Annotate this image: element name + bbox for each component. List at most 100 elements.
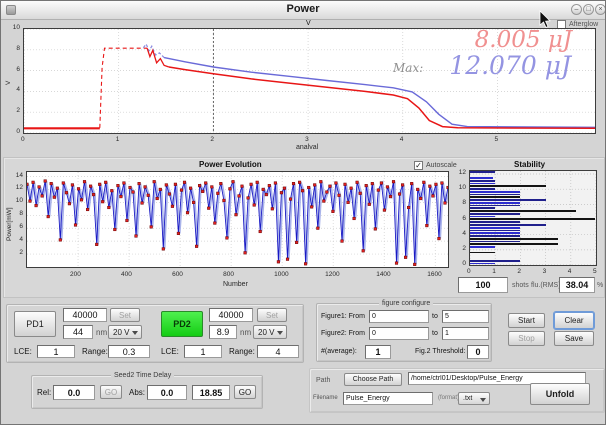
average-label: #(average): bbox=[321, 348, 357, 355]
seed2-rel-go-button[interactable]: GO bbox=[100, 385, 122, 399]
figure-configure-title: figure configure bbox=[379, 300, 433, 307]
pd1-set-button[interactable]: Set bbox=[110, 308, 140, 322]
seed2-abs-go-button[interactable]: GO bbox=[234, 385, 256, 399]
pd2-voltage-dropdown[interactable]: 20 V bbox=[253, 325, 287, 339]
mouse-cursor bbox=[539, 11, 551, 29]
tick-label: 4 bbox=[568, 268, 572, 275]
autoscale-checkbox[interactable]: ✓ bbox=[414, 161, 423, 170]
stability-bar bbox=[470, 246, 495, 248]
stability-title: Stability bbox=[514, 160, 545, 169]
tick-label: 10 bbox=[6, 24, 20, 31]
tick-label: 0 bbox=[6, 128, 20, 135]
threshold-label: Fig.2 Threshold: bbox=[415, 348, 465, 355]
seed2-title: Seed2 Time Delay bbox=[111, 372, 174, 379]
stability-bar bbox=[470, 238, 558, 240]
close-button[interactable]: × bbox=[595, 4, 606, 15]
pd2-lce-input[interactable] bbox=[184, 345, 222, 358]
pd1-range-input[interactable] bbox=[108, 345, 150, 358]
shots-input[interactable] bbox=[458, 277, 508, 293]
tick-label: 12 bbox=[11, 184, 23, 191]
seed2-rel-input[interactable] bbox=[53, 385, 95, 400]
tick-label: 12 bbox=[456, 169, 466, 176]
format-dropdown[interactable]: .txt bbox=[458, 392, 490, 405]
window-title: Power bbox=[1, 3, 605, 15]
filename-label: Filename bbox=[313, 395, 338, 401]
figure2-from-input[interactable] bbox=[369, 327, 429, 340]
pd1-range-label: Range: bbox=[82, 347, 108, 356]
filename-input[interactable] bbox=[343, 392, 433, 405]
afterglow-label: Afterglow bbox=[569, 21, 598, 28]
power-window: Power – □ × Afterglow V V analval 8.005 … bbox=[0, 0, 606, 425]
chevron-down-icon bbox=[277, 331, 283, 335]
pd2-nm-label: nm bbox=[240, 328, 251, 337]
chevron-down-icon bbox=[480, 398, 486, 402]
tick-label: 5 bbox=[593, 268, 597, 275]
pd1-button[interactable]: PD1 bbox=[14, 311, 56, 337]
tick-label: 4 bbox=[6, 86, 20, 93]
seed2-abs2-input[interactable] bbox=[192, 385, 230, 400]
start-button[interactable]: Start bbox=[508, 313, 545, 328]
pd2-range-input[interactable] bbox=[257, 345, 299, 358]
tick-label: 600 bbox=[172, 271, 183, 278]
tick-label: 4 bbox=[11, 236, 23, 243]
stop-button[interactable]: Stop bbox=[508, 331, 545, 346]
pd2-gain-input[interactable] bbox=[209, 308, 253, 322]
pd1-lce-input[interactable] bbox=[37, 345, 75, 358]
save-button[interactable]: Save bbox=[554, 331, 594, 346]
pd2-voltage-value: 20 V bbox=[258, 328, 274, 337]
title-bar[interactable]: Power – □ × bbox=[1, 1, 605, 20]
pd1-lce-label: LCE: bbox=[14, 347, 32, 356]
pd1-voltage-dropdown[interactable]: 20 V bbox=[108, 325, 142, 339]
stability-bars bbox=[470, 171, 596, 265]
seed2-abs-input[interactable] bbox=[147, 385, 187, 400]
max-energy-label: Max: bbox=[393, 61, 423, 75]
figure1-to-input[interactable] bbox=[442, 310, 489, 323]
stability-bar bbox=[470, 252, 495, 254]
maximize-button[interactable]: □ bbox=[583, 4, 594, 15]
tick-label: 2 bbox=[210, 136, 214, 143]
tick-label: 1000 bbox=[274, 271, 288, 278]
pd2-range-label: Range: bbox=[229, 347, 255, 356]
pd2-lce-label: LCE: bbox=[161, 347, 179, 356]
path-label: Path bbox=[316, 377, 330, 384]
tick-label: 10 bbox=[456, 184, 466, 191]
tick-label: 1200 bbox=[325, 271, 339, 278]
figure1-from-input[interactable] bbox=[369, 310, 429, 323]
stability-bar bbox=[470, 194, 520, 196]
pd2-wavelength-input[interactable] bbox=[209, 325, 237, 339]
tick-label: 6 bbox=[11, 223, 23, 230]
unfold-button[interactable]: Unfold bbox=[530, 383, 590, 405]
rms-input[interactable] bbox=[559, 277, 595, 293]
pd1-gain-input[interactable] bbox=[63, 308, 107, 322]
stability-bar bbox=[470, 232, 520, 234]
pd1-wavelength-input[interactable] bbox=[63, 325, 93, 339]
figure2-to-input[interactable] bbox=[442, 327, 489, 340]
tick-label: 0 bbox=[467, 268, 471, 275]
stability-bar bbox=[470, 227, 520, 229]
clear-button[interactable]: Clear bbox=[554, 312, 594, 329]
threshold-input[interactable] bbox=[467, 345, 489, 359]
shots-label: shots bbox=[512, 282, 529, 289]
tick-label: 0 bbox=[21, 136, 25, 143]
tick-label: 2 bbox=[517, 268, 521, 275]
tick-label: 1600 bbox=[427, 271, 441, 278]
choose-path-button[interactable]: Choose Path bbox=[344, 373, 402, 386]
tick-label: 14 bbox=[11, 172, 23, 179]
tick-label: 1400 bbox=[376, 271, 390, 278]
average-input[interactable] bbox=[365, 345, 391, 359]
top-chart-xlabel: analval bbox=[296, 144, 318, 151]
minimize-button[interactable]: – bbox=[571, 4, 582, 15]
pd2-set-button[interactable]: Set bbox=[257, 308, 287, 322]
pd2-button[interactable]: PD2 bbox=[161, 311, 203, 337]
rms-label: flu.(RMS): bbox=[531, 282, 563, 289]
stability-bar bbox=[470, 216, 495, 218]
stability-bar bbox=[470, 191, 520, 193]
stability-bar bbox=[470, 230, 520, 232]
stability-bar bbox=[470, 260, 520, 262]
stability-bar bbox=[470, 188, 495, 190]
tick-label: 200 bbox=[70, 271, 81, 278]
tick-label: 10 bbox=[11, 197, 23, 204]
chevron-down-icon bbox=[132, 331, 138, 335]
stability-bar bbox=[470, 207, 495, 209]
stability-bar bbox=[470, 171, 495, 173]
